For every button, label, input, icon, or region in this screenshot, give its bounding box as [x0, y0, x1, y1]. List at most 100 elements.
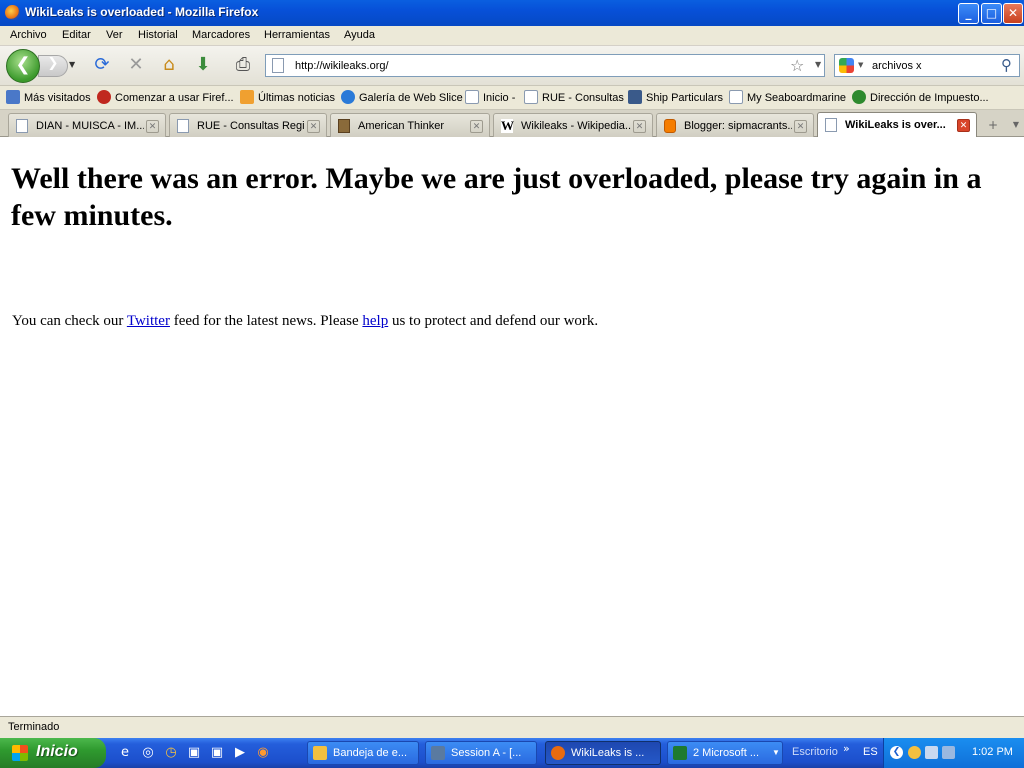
firefox-devil-icon: [97, 90, 111, 104]
search-icon[interactable]: ⚲: [1001, 56, 1012, 74]
tab-wikileaks[interactable]: WikiLeaks is over... ✕: [817, 112, 977, 138]
maximize-button[interactable]: □: [981, 3, 1002, 24]
minimize-button[interactable]: _: [958, 3, 979, 24]
taskbar: Inicio e ◎ ◷ ▣ ▣ ▶ ◉ Bandeja de e... Ses…: [0, 738, 1024, 768]
close-tab-icon[interactable]: ✕: [470, 120, 483, 133]
group-dropdown-icon[interactable]: ▼: [772, 748, 780, 757]
american-thinker-icon: [338, 119, 350, 133]
close-button[interactable]: ✕: [1003, 3, 1023, 24]
engine-dropdown-icon[interactable]: ▼: [858, 61, 863, 69]
close-tab-icon[interactable]: ✕: [794, 120, 807, 133]
download-icon[interactable]: ⬇: [191, 54, 215, 76]
tab-label: RUE - Consultas Regi...: [197, 120, 305, 132]
bookmark-comenzar[interactable]: Comenzar a usar Firef...: [97, 90, 234, 104]
taskbar-button-label: 2 Microsoft ...: [693, 747, 760, 759]
tray-clock-icon[interactable]: [908, 746, 921, 759]
url-bar[interactable]: http://wikileaks.org/ ☆ ▼: [265, 54, 825, 77]
menu-ver[interactable]: Ver: [106, 29, 123, 41]
firefox-quicklaunch-icon[interactable]: ◉: [255, 745, 271, 761]
page-icon: [272, 58, 284, 73]
twitter-link[interactable]: Twitter: [127, 313, 170, 329]
toolbar-expand-icon[interactable]: »: [843, 742, 850, 755]
tray-network-icon[interactable]: [925, 746, 938, 759]
rss-icon: [240, 90, 254, 104]
menu-historial[interactable]: Historial: [138, 29, 178, 41]
bookmark-label: RUE - Consultas: [542, 92, 624, 104]
menu-marcadores[interactable]: Marcadores: [192, 29, 250, 41]
bookmark-mas-visitados[interactable]: Más visitados: [6, 90, 91, 104]
taskbar-button-bandeja[interactable]: Bandeja de e...: [307, 741, 419, 765]
tab-label: Blogger: sipmacrants...: [684, 120, 792, 132]
tab-list-dropdown-icon[interactable]: ▼: [1010, 114, 1022, 136]
menu-editar[interactable]: Editar: [62, 29, 91, 41]
search-box[interactable]: ▼ archivos x ⚲: [834, 54, 1020, 77]
bookmark-inicio[interactable]: Inicio -: [465, 90, 515, 104]
bookmark-rue-consultas[interactable]: RUE - Consultas: [524, 90, 624, 104]
outlook-quicklaunch-icon[interactable]: ◷: [163, 745, 179, 761]
bookmark-web-slice[interactable]: Galería de Web Slice: [341, 90, 463, 104]
search-input[interactable]: archivos x: [872, 60, 922, 72]
tab-american-thinker[interactable]: American Thinker ✕: [330, 113, 490, 137]
bookmarks-toolbar: Más visitados Comenzar a usar Firef... Ú…: [0, 86, 1024, 110]
desktop-toolbar-label[interactable]: Escritorio: [792, 746, 838, 758]
print-icon[interactable]: ⎙: [231, 54, 255, 76]
tray-expand-icon[interactable]: ❮: [890, 746, 903, 759]
close-tab-icon[interactable]: ✕: [146, 120, 159, 133]
tab-label: DIAN - MUISCA - IM...: [36, 120, 144, 132]
bookmark-seaboardmarine[interactable]: My Seaboardmarine: [729, 90, 846, 104]
url-text[interactable]: http://wikileaks.org/: [295, 60, 389, 72]
ie-quicklaunch-icon[interactable]: e: [117, 745, 133, 761]
ship-icon: [628, 90, 642, 104]
window-titlebar[interactable]: WikiLeaks is overloaded - Mozilla Firefo…: [0, 0, 1024, 26]
language-indicator[interactable]: ES: [863, 746, 878, 758]
browser-quicklaunch-icon[interactable]: ◎: [140, 745, 156, 761]
close-tab-icon[interactable]: ✕: [633, 120, 646, 133]
outlook-icon: [313, 746, 327, 760]
ie-icon: [341, 90, 355, 104]
page-content: Well there was an error. Maybe we are ju…: [0, 137, 1024, 716]
error-heading: Well there was an error. Maybe we are ju…: [11, 162, 982, 232]
reload-icon[interactable]: ⟳: [90, 54, 114, 76]
google-engine-icon[interactable]: [839, 58, 854, 73]
back-button[interactable]: ❮: [6, 49, 40, 83]
close-tab-icon[interactable]: ✕: [957, 119, 970, 132]
page-icon: [729, 90, 743, 104]
url-dropdown-icon[interactable]: ▼: [815, 60, 821, 69]
help-link[interactable]: help: [362, 313, 388, 329]
taskbar-button-wikileaks[interactable]: WikiLeaks is ...: [545, 741, 661, 765]
close-tab-icon[interactable]: ✕: [307, 120, 320, 133]
taskbar-button-label: Bandeja de e...: [333, 747, 408, 759]
menu-herramientas[interactable]: Herramientas: [264, 29, 330, 41]
new-tab-button[interactable]: +: [980, 114, 1006, 136]
stop-icon[interactable]: ✕: [124, 54, 148, 76]
bookmark-ultimas-noticias[interactable]: Últimas noticias: [240, 90, 335, 104]
start-label: Inicio: [36, 743, 78, 760]
taskbar-button-excel[interactable]: 2 Microsoft ... ▼: [667, 741, 783, 765]
home-icon[interactable]: ⌂: [157, 54, 181, 76]
tab-rue[interactable]: RUE - Consultas Regi... ✕: [169, 113, 327, 137]
text-segment: us to protect and defend our work.: [388, 313, 599, 329]
media-quicklaunch-icon[interactable]: ▶: [232, 745, 248, 761]
terminal2-quicklaunch-icon[interactable]: ▣: [209, 745, 225, 761]
taskbar-button-session[interactable]: Session A - [...: [425, 741, 537, 765]
terminal-quicklaunch-icon[interactable]: ▣: [186, 745, 202, 761]
page-icon: [825, 118, 837, 132]
taskbar-button-label: Session A - [...: [451, 747, 522, 759]
history-dropdown-icon[interactable]: ▼: [69, 60, 75, 69]
bookmark-ship-particulars[interactable]: Ship Particulars: [628, 90, 723, 104]
excel-icon: [673, 746, 687, 760]
page-icon: [177, 119, 189, 133]
tab-wikipedia[interactable]: W Wikileaks - Wikipedia... ✕: [493, 113, 653, 137]
bookmark-dian[interactable]: Dirección de Impuesto...: [852, 90, 989, 104]
tab-dian[interactable]: DIAN - MUISCA - IM... ✕: [8, 113, 166, 137]
tab-blogger[interactable]: Blogger: sipmacrants... ✕: [656, 113, 814, 137]
bookmark-label: My Seaboardmarine: [747, 92, 847, 104]
start-button[interactable]: Inicio: [0, 738, 106, 768]
wikipedia-icon: W: [501, 118, 514, 133]
bookmark-star-icon[interactable]: ☆: [790, 56, 804, 75]
tray-monitor-icon[interactable]: [942, 746, 955, 759]
menu-archivo[interactable]: Archivo: [10, 29, 47, 41]
forward-button[interactable]: ❯: [38, 55, 68, 77]
clock[interactable]: 1:02 PM: [972, 746, 1013, 758]
menu-ayuda[interactable]: Ayuda: [344, 29, 375, 41]
